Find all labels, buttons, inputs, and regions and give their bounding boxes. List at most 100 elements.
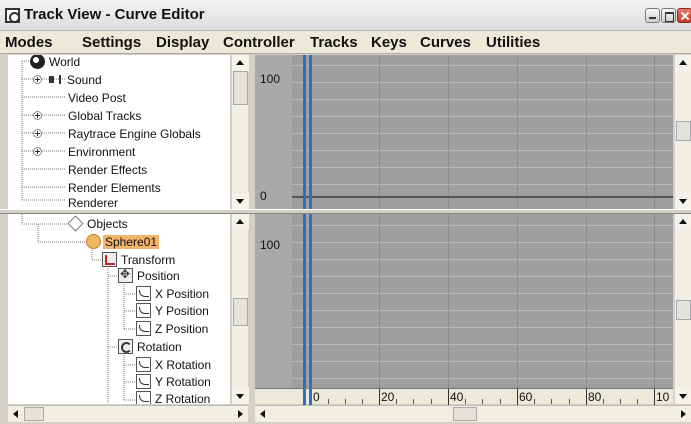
expand-sound-toggle[interactable] [33,75,42,84]
tree-item-renderer[interactable]: Renderer [66,194,120,210]
maximize-button[interactable] [661,8,676,23]
scroll-up-arrow-icon[interactable] [675,214,691,230]
tree-hscrollbar[interactable] [8,405,248,422]
tree-item-global-tracks[interactable]: Global Tracks [66,107,143,124]
tree-top-vscrollbar[interactable] [231,55,249,209]
menu-display[interactable]: Display [156,34,209,51]
tree-item-video-post[interactable]: Video Post [66,89,128,106]
tree-label: Global Tracks [68,108,142,123]
scroll-thumb[interactable] [233,298,248,326]
scroll-up-arrow-icon[interactable] [232,214,249,230]
time-ruler[interactable]: 0 20 40 60 80 10 [255,388,673,405]
tree-label-selected: Sphere01 [103,234,160,249]
ruler-label: 40 [450,390,464,404]
rotation-icon [118,339,133,354]
scroll-down-arrow-icon[interactable] [232,193,249,209]
expand-environment-toggle[interactable] [33,147,42,156]
tree-label: Y Rotation [155,374,211,389]
tree-item-render-effects[interactable]: Render Effects [66,161,149,178]
scroll-down-arrow-icon[interactable] [232,388,249,404]
tree-label: Environment [68,144,136,159]
scroll-thumb[interactable] [233,71,248,105]
tree-label: Z Position [155,321,209,336]
zero-baseline [292,196,673,198]
tree-item-y-rotation[interactable]: Y Rotation [136,373,213,390]
close-button[interactable] [677,8,691,23]
curve-hscrollbar[interactable] [255,405,691,422]
menu-controller[interactable]: Controller [223,34,295,51]
curve-graph-top[interactable]: 100 0 [255,55,673,209]
minimize-button[interactable] [645,8,660,23]
tree-label: World [49,55,81,69]
value-label-min: 0 [260,189,267,203]
curve-bottom-vscrollbar[interactable] [674,214,691,404]
menu-tracks[interactable]: Tracks [310,34,358,51]
scroll-thumb[interactable] [676,300,691,320]
value-label-max: 100 [260,238,281,252]
tree-item-environment[interactable]: Environment [66,143,137,160]
scroll-right-arrow-icon[interactable] [232,406,248,422]
tree-label: Render Elements [68,180,161,195]
tree-item-x-position[interactable]: X Position [136,285,211,302]
tree-item-sphere01[interactable]: Sphere01 [86,233,160,250]
scroll-down-arrow-icon[interactable] [675,193,691,209]
tree-item-objects[interactable]: Objects [67,215,130,232]
tree-item-world[interactable]: World [30,55,82,70]
scroll-left-arrow-icon[interactable] [8,406,24,422]
time-slider-bar[interactable] [309,389,312,405]
menu-curves[interactable]: Curves [420,34,471,51]
menu-utilities[interactable]: Utilities [486,34,540,51]
menu-keys[interactable]: Keys [371,34,407,51]
time-slider-bar[interactable] [309,55,312,209]
sphere-icon [86,234,101,249]
tree-label: X Rotation [155,357,212,372]
tree-label: Objects [87,216,128,231]
tree-label: Transform [121,252,176,267]
expand-global-tracks-toggle[interactable] [33,111,42,120]
position-icon [118,267,133,283]
menu-settings[interactable]: Settings [82,34,141,51]
ruler-label: 60 [519,390,533,404]
tree-item-raytrace-engine-globals[interactable]: Raytrace Engine Globals [66,125,203,142]
app-icon [5,8,20,23]
scroll-up-arrow-icon[interactable] [232,55,249,71]
tree-label: Renderer [68,195,119,210]
curve-top-vscrollbar[interactable] [674,55,691,209]
ruler-label: 80 [588,390,602,404]
tree-item-position[interactable]: Position [118,267,182,284]
tree-item-y-position[interactable]: Y Position [136,302,211,319]
curve-graph-bottom[interactable]: 100 [255,214,673,388]
tree-label: Z Rotation [155,391,211,405]
tree-label: Position [137,268,180,283]
scroll-down-arrow-icon[interactable] [675,388,691,404]
tree-label: Y Position [155,303,209,318]
tree-item-x-rotation[interactable]: X Rotation [136,356,213,373]
world-icon [30,55,45,69]
tree-bottom-vscrollbar[interactable] [231,214,249,404]
time-slider-bar[interactable] [303,389,306,405]
time-slider-bar[interactable] [303,55,306,209]
curve-icon [136,286,151,301]
expand-raytrace-toggle[interactable] [33,129,42,138]
tree-item-transform[interactable]: Transform [102,251,177,268]
curve-icon [136,391,151,404]
value-label-max: 100 [260,72,281,86]
scroll-thumb[interactable] [24,407,44,421]
sound-icon [48,72,63,87]
scroll-left-arrow-icon[interactable] [255,406,271,422]
time-slider-bar[interactable] [303,214,306,388]
tree-label: Raytrace Engine Globals [68,126,201,141]
tree-item-z-rotation[interactable]: Z Rotation [136,390,212,404]
scroll-right-arrow-icon[interactable] [675,406,691,422]
transform-icon [102,252,117,267]
tree-item-sound[interactable]: Sound [48,71,104,88]
scroll-thumb[interactable] [453,407,477,421]
scroll-up-arrow-icon[interactable] [675,55,691,71]
tree-item-z-position[interactable]: Z Position [136,320,210,337]
time-slider-bar[interactable] [309,214,312,388]
title-bar: Track View - Curve Editor [0,0,691,31]
ruler-label: 20 [381,390,395,404]
scroll-thumb[interactable] [676,121,691,141]
tree-item-rotation[interactable]: Rotation [118,338,184,355]
menu-modes[interactable]: Modes [5,34,53,51]
